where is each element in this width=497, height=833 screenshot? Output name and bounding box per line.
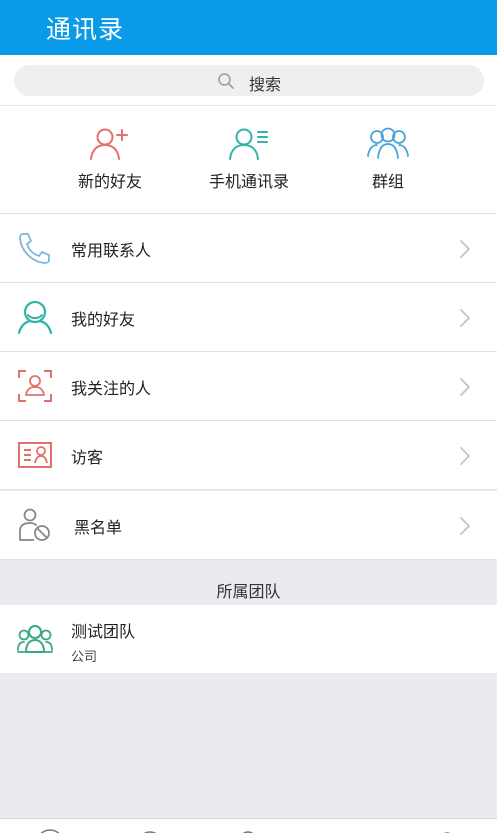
bottom-tab-bar <box>0 818 497 833</box>
community-tab-icon[interactable] <box>233 828 263 833</box>
quick-groups[interactable]: 群组 <box>318 106 458 214</box>
section-title-teams: 所属团队 <box>216 582 281 601</box>
discover-tab-icon[interactable] <box>135 828 165 833</box>
phone-contacts-icon <box>229 128 268 160</box>
chevron-right-icon <box>460 447 470 465</box>
quick-new-friends[interactable]: 新的好友 <box>40 106 180 214</box>
group-icon <box>367 127 409 159</box>
messages-tab-icon[interactable] <box>35 828 65 833</box>
list-item-followed[interactable]: 我关注的人 <box>0 352 497 421</box>
app-header: 通讯录 <box>0 0 497 55</box>
search-area: 搜索 <box>0 55 497 106</box>
list-item-frequent-contacts[interactable]: 常用联系人 <box>0 214 497 283</box>
chevron-right-icon <box>460 378 470 396</box>
team-type: 公司 <box>71 650 98 665</box>
quick-actions: 新的好友 手机通讯录 群组 <box>0 106 497 214</box>
team-icon <box>17 625 53 653</box>
visitor-card-icon <box>18 442 52 468</box>
list-item-visitors[interactable]: 访客 <box>0 421 497 490</box>
list-item-label: 访客 <box>71 448 104 467</box>
blocked-user-icon <box>19 508 50 541</box>
quick-phone-contacts[interactable]: 手机通讯录 <box>179 106 319 214</box>
search-placeholder: 搜索 <box>249 75 282 94</box>
search-icon <box>218 73 234 89</box>
team-name: 测试团队 <box>71 622 136 641</box>
chevron-right-icon <box>460 517 470 535</box>
contacts-tab-icon[interactable] <box>330 828 360 833</box>
add-user-icon <box>90 128 128 160</box>
list-item-label: 常用联系人 <box>71 241 152 260</box>
profile-tab-icon[interactable] <box>432 828 462 833</box>
list-item-label: 黑名单 <box>74 518 123 537</box>
list-item-label: 我关注的人 <box>71 379 152 398</box>
list-item-label: 我的好友 <box>71 310 136 329</box>
quick-label: 新的好友 <box>77 172 142 191</box>
list-item-my-friends[interactable]: 我的好友 <box>0 283 497 352</box>
list-item-blacklist[interactable]: 黑名单 <box>0 491 497 560</box>
page-title: 通讯录 <box>46 15 125 44</box>
chevron-right-icon <box>460 309 470 327</box>
friend-icon <box>17 300 53 335</box>
phone-icon <box>19 233 50 264</box>
chevron-right-icon <box>460 240 470 258</box>
followed-person-icon <box>18 370 52 402</box>
quick-label: 群组 <box>371 172 404 191</box>
quick-label: 手机通讯录 <box>208 172 289 191</box>
search-bar[interactable]: 搜索 <box>14 65 484 96</box>
team-item[interactable]: 测试团队 公司 <box>0 605 497 673</box>
